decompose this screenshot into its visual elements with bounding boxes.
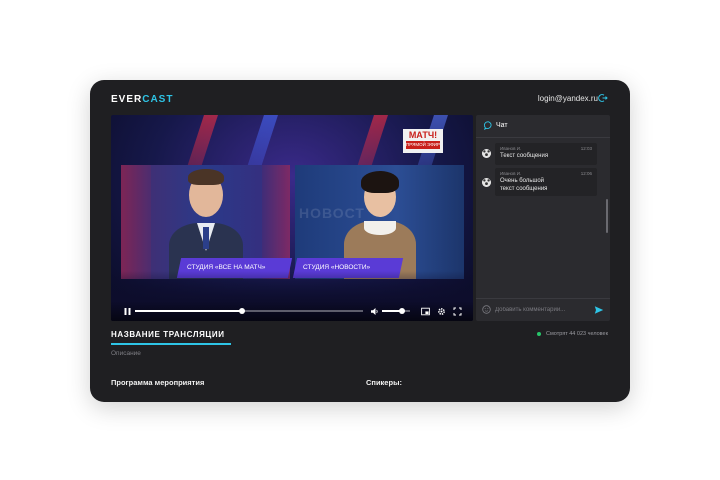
logout-icon[interactable] <box>598 93 608 103</box>
emoji-icon[interactable] <box>482 305 491 314</box>
user-email[interactable]: login@yandex.ru <box>538 94 598 103</box>
message-time: 12:03 <box>580 146 592 151</box>
stream-title: НАЗВАНИЕ ТРАНСЛЯЦИИ <box>111 330 225 339</box>
pip-icon[interactable] <box>421 307 430 316</box>
message-author: Иванов И. <box>500 171 522 176</box>
volume-slider[interactable] <box>382 308 410 314</box>
message-text: Очень большой текст сообщения <box>500 178 548 192</box>
chat-panel: Чат Иванов И. 12:03 Текст сообщения Иван… <box>476 115 610 321</box>
channel-logo: МАТЧ! ПРЯМОЙ ЭФИР <box>403 129 443 153</box>
volume-icon[interactable] <box>370 307 379 316</box>
message-text: Текст сообщения <box>500 153 549 159</box>
comment-input[interactable] <box>495 304 587 316</box>
channel-logo-title: МАТЧ! <box>408 130 438 140</box>
avatar <box>482 178 491 187</box>
avatar <box>482 149 491 158</box>
speakers-heading: Спикеры: <box>366 378 402 387</box>
channel-logo-subtitle: ПРЯМОЙ ЭФИР <box>406 141 441 149</box>
gear-icon[interactable] <box>437 307 446 316</box>
stream-description: Описание <box>111 350 141 357</box>
chat-bubble-icon <box>484 121 492 130</box>
player-controls <box>111 301 473 321</box>
viewers-text: Смотрят 44 023 человек <box>546 331 608 337</box>
video-player[interactable]: МАТЧ! ПРЯМОЙ ЭФИР НОВОСТ СТУДИЯ «ВСЕ НА … <box>111 115 473 321</box>
message-bubble: Иванов И. 12:06 Очень большой текст сооб… <box>495 168 597 196</box>
logo-text-ever: EVER <box>111 94 143 105</box>
program-heading: Программа мероприятия <box>111 378 205 387</box>
chat-scrollbar[interactable] <box>606 199 608 233</box>
progress-handle[interactable] <box>239 308 246 314</box>
pause-icon[interactable] <box>123 307 132 316</box>
message-bubble: Иванов И. 12:03 Текст сообщения <box>495 143 597 165</box>
app-logo[interactable]: EVERCAST <box>111 94 173 105</box>
fullscreen-icon[interactable] <box>453 307 462 316</box>
online-indicator <box>537 331 542 336</box>
device-frame: EVERCAST login@yandex.ru МАТЧ! ПРЯМОЙ ЭФ… <box>90 80 630 402</box>
progress-bar[interactable] <box>135 308 363 314</box>
viewers-count: Смотрят 44 023 человек <box>537 331 608 337</box>
title-underline <box>111 343 231 345</box>
message-time: 12:06 <box>580 171 592 176</box>
message-author: Иванов И. <box>500 146 522 151</box>
app-screen: EVERCAST login@yandex.ru МАТЧ! ПРЯМОЙ ЭФ… <box>104 80 616 402</box>
chat-title: Чат <box>496 122 508 129</box>
volume-handle[interactable] <box>398 308 405 314</box>
progress-fill <box>135 310 243 312</box>
chat-header: Чат <box>476 115 610 138</box>
logo-text-cast: CAST <box>142 94 174 105</box>
send-icon[interactable] <box>594 305 604 315</box>
chat-input-bar <box>476 298 610 321</box>
